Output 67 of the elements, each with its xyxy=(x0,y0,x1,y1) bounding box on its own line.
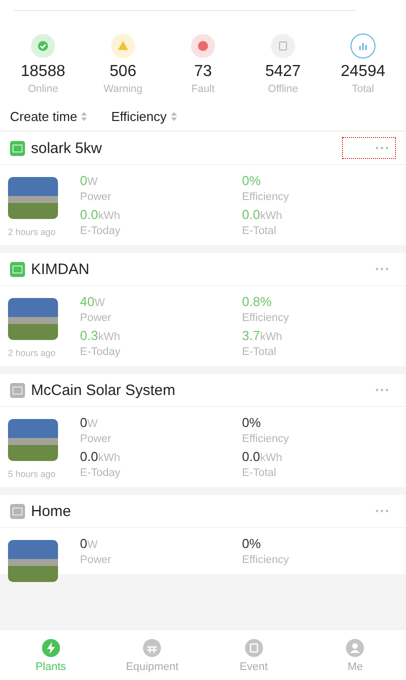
plant-name[interactable]: solark 5kw xyxy=(31,140,336,156)
sort-button[interactable]: Create time xyxy=(10,109,78,124)
fault-status-icon xyxy=(190,33,216,59)
metric-value: 0.8% xyxy=(242,294,273,309)
metric-value: 0% xyxy=(242,415,262,430)
plant-name[interactable]: McCain Solar System xyxy=(31,382,336,398)
online-status-icon xyxy=(30,33,56,59)
metric-value: 0% xyxy=(242,173,262,188)
metric-label: Power xyxy=(80,554,112,566)
offline-status-icon xyxy=(270,33,296,59)
metric-label: E-Total xyxy=(242,346,278,358)
sort-button[interactable]: Efficiency xyxy=(111,109,167,124)
metric-label: Efficiency xyxy=(242,191,290,203)
total-status-icon xyxy=(350,33,376,59)
sort-icon[interactable] xyxy=(170,112,177,121)
metric-label: Efficiency xyxy=(242,554,290,566)
lightning-icon[interactable] xyxy=(40,638,61,658)
stat-label: Offline xyxy=(268,83,298,95)
update-time: 5 hours ago xyxy=(8,469,57,479)
stat-count: 506 xyxy=(110,63,136,81)
metric-label: Efficiency xyxy=(242,312,290,324)
metric-label: E-Total xyxy=(242,467,278,479)
metric-value: 0.0kWh xyxy=(80,449,122,464)
metric-label: Efficiency xyxy=(242,433,290,445)
grid-icon[interactable] xyxy=(142,638,162,658)
metric-value: 40W xyxy=(80,294,106,309)
update-time: 2 hours ago xyxy=(8,227,57,237)
photo-placeholder xyxy=(8,419,58,461)
metric-value: 0% xyxy=(242,536,262,551)
metric-value: 0W xyxy=(80,415,99,430)
photo-placeholder xyxy=(8,298,58,340)
metric-value: 0.0kWh xyxy=(242,207,284,222)
more-icon[interactable] xyxy=(375,267,389,271)
stat-label: Total xyxy=(352,83,374,95)
metric-value: 0.0kWh xyxy=(80,207,122,222)
stat-count: 73 xyxy=(194,63,212,81)
metric-label: Power xyxy=(80,191,112,203)
metric-label: E-Today xyxy=(80,225,122,237)
metric-value: 0W xyxy=(80,173,99,188)
plant-name[interactable]: Home xyxy=(31,502,336,520)
warning-status-icon xyxy=(110,33,136,59)
metric-label: Power xyxy=(80,433,112,445)
metric-label: E-Total xyxy=(242,225,278,237)
metric-value: 0.3kWh xyxy=(80,328,122,343)
stat-count: 24594 xyxy=(340,63,386,81)
more-icon[interactable] xyxy=(375,509,389,513)
metric-label: Power xyxy=(80,312,112,324)
metric-label: E-Today xyxy=(80,346,122,358)
metric-value: 3.7kWh xyxy=(242,328,284,343)
more-icon[interactable] xyxy=(375,146,389,150)
stat-label: Online xyxy=(28,83,58,95)
sort-icon[interactable] xyxy=(81,112,88,121)
metric-value: 0.0kWh xyxy=(242,449,284,464)
photo-placeholder xyxy=(8,540,58,582)
stat-count: 5427 xyxy=(265,63,301,81)
photo-placeholder xyxy=(8,177,58,219)
person-icon[interactable] xyxy=(345,638,366,658)
stat-label: Warning xyxy=(104,83,142,95)
plant-name[interactable]: KIMDAN xyxy=(31,260,336,278)
update-time: 2 hours ago xyxy=(8,348,57,358)
more-button[interactable] xyxy=(342,137,396,159)
document-icon[interactable] xyxy=(244,638,264,658)
metric-label: E-Today xyxy=(80,467,122,479)
stat-count: 18588 xyxy=(20,63,66,81)
stat-label: Fault xyxy=(191,83,215,95)
metric-value: 0W xyxy=(80,536,99,551)
more-icon[interactable] xyxy=(375,388,389,392)
